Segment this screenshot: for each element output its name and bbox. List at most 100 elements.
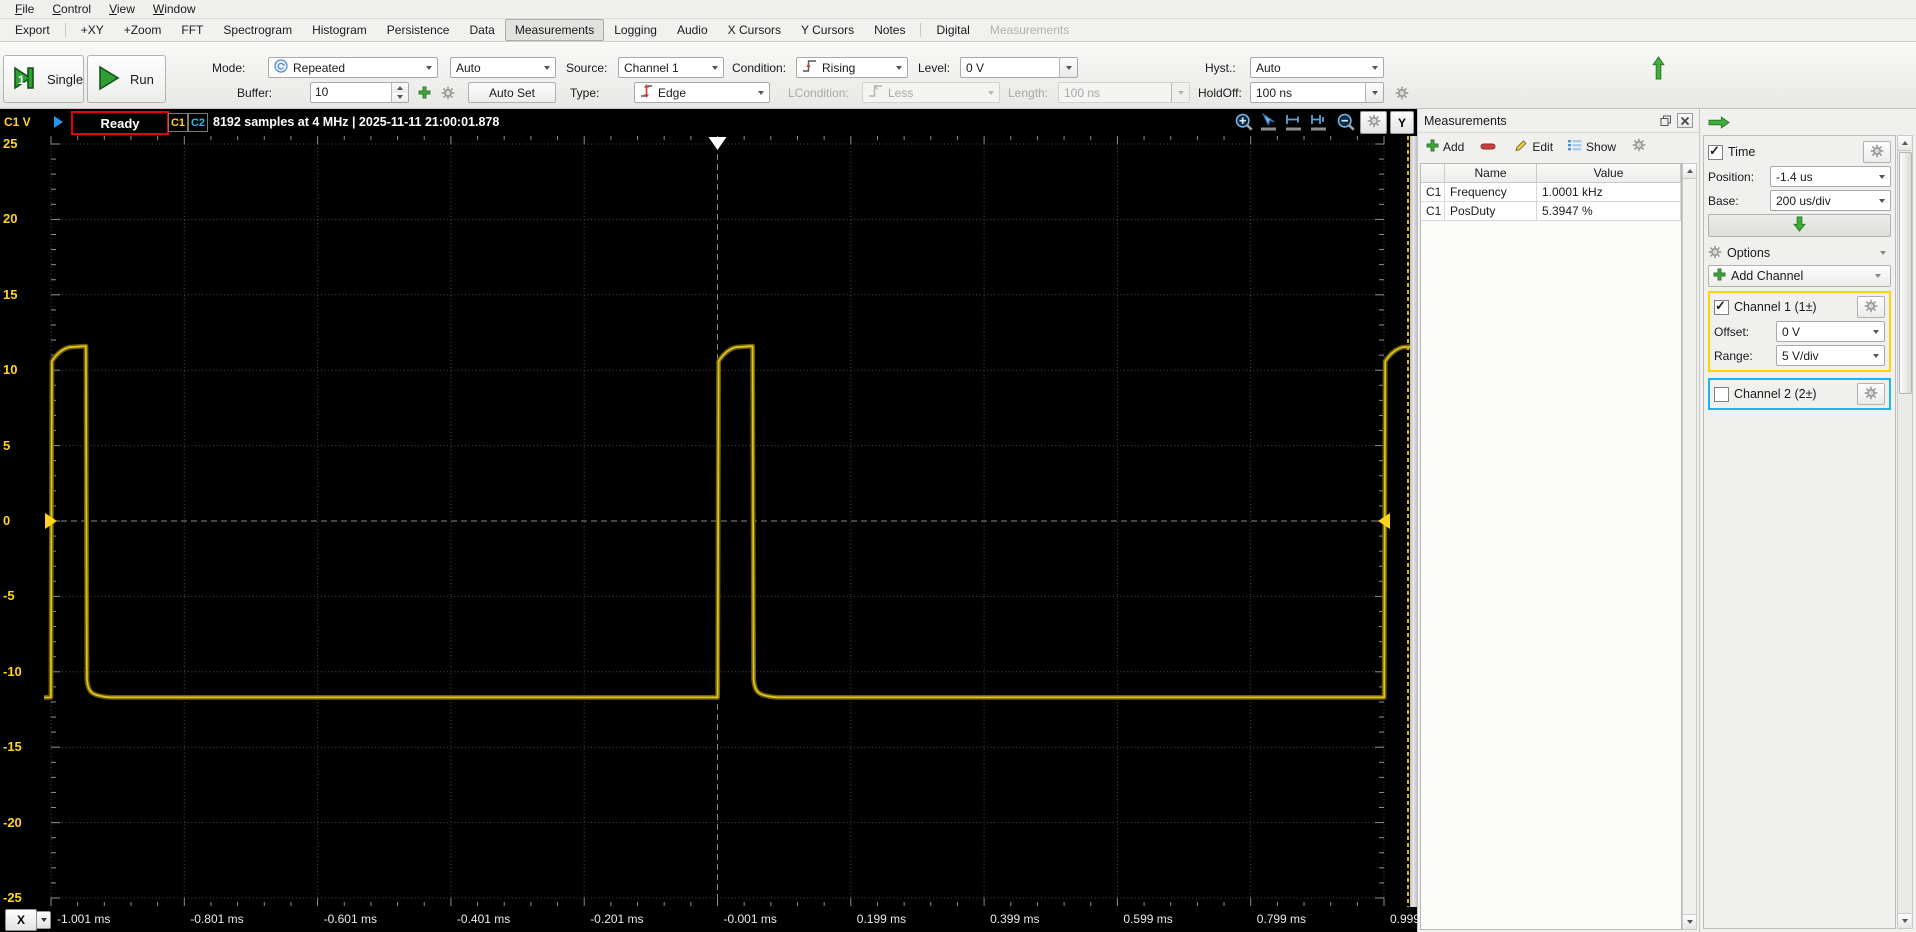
column-header-name[interactable]: Name (1445, 164, 1537, 183)
single-button[interactable]: 1 Single (3, 55, 84, 103)
y-tick-label: -10 (3, 663, 22, 679)
tab-persistence[interactable]: Persistence (377, 19, 460, 41)
tab-spectrogram[interactable]: Spectrogram (213, 19, 302, 41)
zoom-out-icon[interactable] (1335, 112, 1357, 132)
buffer-spinner[interactable]: 10 (310, 82, 409, 103)
add-channel-button[interactable]: Add Channel (1708, 265, 1891, 287)
add-buffer-icon[interactable] (414, 82, 434, 103)
tab-fft[interactable]: FFT (171, 19, 213, 41)
tab-x-cursors[interactable]: X Cursors (718, 19, 791, 41)
source-select[interactable]: Channel 1 (618, 57, 724, 78)
column-header-value[interactable]: Value (1537, 164, 1681, 183)
scope-plot-area[interactable]: 25 20 15 10 5 0 -5 -10 -15 -20 -25 (0, 136, 1417, 907)
tab-digital[interactable]: Digital (926, 19, 979, 41)
down-arrow-icon (1793, 216, 1806, 235)
tab-audio[interactable]: Audio (667, 19, 718, 41)
condition-select[interactable]: Rising (796, 57, 908, 78)
channel1-badge[interactable]: C1 (168, 113, 188, 132)
trigger-position-marker[interactable] (708, 137, 727, 150)
remove-measurement-button[interactable] (1478, 137, 1498, 157)
trigger-gear-icon[interactable] (1392, 82, 1412, 103)
channel2-settings-button[interactable] (1857, 383, 1885, 405)
rising-edge-icon (802, 59, 817, 76)
level-combo[interactable]: 0 V (960, 57, 1078, 78)
collapse-panel-arrow-icon[interactable] (1708, 116, 1730, 132)
holdoff-combo-arrow[interactable] (1365, 83, 1383, 102)
tab-xy[interactable]: +XY (71, 19, 114, 41)
controls-scrollbar[interactable] (1897, 135, 1913, 929)
position-select[interactable]: -1.4 us (1770, 166, 1891, 187)
auto-set-button[interactable]: Auto Set (468, 82, 556, 103)
measurements-scrollbar[interactable] (1682, 163, 1697, 930)
undock-icon[interactable] (1658, 113, 1674, 128)
y-tick-label: -15 (3, 739, 22, 755)
spin-down-button[interactable] (392, 92, 408, 102)
cursor-tool-icon[interactable] (1258, 112, 1280, 132)
x-axis-button[interactable]: X (5, 909, 37, 931)
scrollbar-thumb[interactable] (1899, 152, 1912, 394)
column-header-channel[interactable] (1421, 164, 1445, 183)
measurements-settings-button[interactable] (1630, 135, 1648, 158)
run-button[interactable]: Run (87, 55, 166, 103)
offset-select[interactable]: 0 V (1776, 321, 1885, 342)
menu-view[interactable]: View (100, 1, 144, 17)
range-select[interactable]: 5 V/div (1776, 345, 1885, 366)
channel2-checkbox[interactable] (1714, 386, 1729, 402)
edit-measurement-button[interactable]: Edit (1512, 136, 1555, 158)
tabbar-separator (64, 23, 66, 37)
tab-notes[interactable]: Notes (864, 19, 915, 41)
measurements-title: Measurements (1424, 113, 1507, 128)
waveform-canvas[interactable] (44, 136, 1410, 907)
menu-control[interactable]: Control (43, 1, 100, 17)
chevron-down-icon (1873, 353, 1879, 358)
hyst-select[interactable]: Auto (1250, 57, 1384, 78)
menu-window[interactable]: Window (144, 1, 205, 17)
mode-select[interactable]: Repeated (268, 57, 438, 78)
tab-measurements[interactable]: Measurements (504, 19, 605, 41)
tab-histogram[interactable]: Histogram (302, 19, 377, 41)
measurements-table[interactable]: Name Value C1 Frequency 1.0001 kHz C1 PosDuty 5… (1420, 163, 1682, 930)
show-measurement-button[interactable]: Show (1566, 136, 1618, 157)
tab-export[interactable]: Export (5, 19, 60, 41)
menu-file[interactable]: File (6, 1, 43, 17)
quick-measure-vertical-icon[interactable] (1308, 112, 1330, 132)
spin-up-button[interactable] (392, 83, 408, 93)
mode-auto-select[interactable]: Auto (450, 57, 556, 78)
zoom-in-icon[interactable] (1233, 112, 1255, 132)
channel1-trace (44, 345, 1410, 699)
channel2-badge[interactable]: C2 (188, 113, 208, 132)
tab-y-cursors[interactable]: Y Cursors (791, 19, 864, 41)
options-row[interactable]: Options (1708, 241, 1891, 265)
close-icon[interactable] (1677, 113, 1693, 128)
tab-data[interactable]: Data (459, 19, 504, 41)
type-select[interactable]: Edge (634, 82, 770, 103)
upload-arrow-icon[interactable] (1652, 56, 1665, 83)
table-row[interactable]: C1 Frequency 1.0001 kHz (1421, 183, 1681, 202)
time-checkbox[interactable] (1708, 143, 1723, 160)
level-combo-arrow[interactable] (1059, 58, 1077, 77)
mode-auto-value: Auto (456, 60, 481, 75)
x-tick-label: 0.199 ms (856, 912, 907, 926)
auto-set-label: Auto Set (488, 85, 536, 100)
plot-settings-button[interactable] (1360, 111, 1387, 134)
gear-icon (1632, 138, 1646, 155)
time-settings-button[interactable] (1863, 141, 1891, 163)
channel1-settings-button[interactable] (1857, 296, 1885, 318)
x-tick-label: 0.399 ms (990, 912, 1040, 926)
tab-zoom[interactable]: +Zoom (114, 19, 172, 41)
expand-arrow-icon[interactable] (54, 116, 63, 128)
channel1-checkbox[interactable] (1714, 298, 1729, 315)
lcondition-select: Less (862, 82, 1000, 103)
plot-vertical-scrollbar[interactable] (1410, 136, 1417, 907)
table-row[interactable]: C1 PosDuty 5.3947 % (1421, 202, 1681, 221)
tab-logging[interactable]: Logging (604, 19, 667, 41)
y-tick-label: 0 (3, 513, 11, 528)
y-axis-button[interactable]: Y (1390, 111, 1414, 134)
quick-measure-horizontal-icon[interactable] (1283, 112, 1305, 132)
holdoff-combo[interactable]: 100 ns (1250, 82, 1384, 103)
buffer-gear-icon[interactable] (438, 82, 458, 103)
time-expand-button[interactable] (1708, 214, 1891, 237)
add-measurement-button[interactable]: Add (1424, 136, 1466, 158)
x-axis-dropdown[interactable] (36, 911, 51, 929)
base-select[interactable]: 200 us/div (1770, 190, 1891, 211)
